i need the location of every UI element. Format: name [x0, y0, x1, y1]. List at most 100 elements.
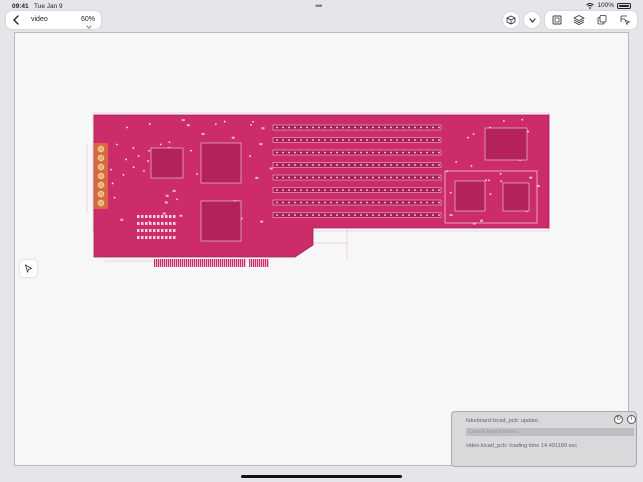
- slot-pin: [438, 201, 440, 204]
- slot-pin: [360, 201, 362, 204]
- refresh-icon[interactable]: ↻: [614, 415, 623, 424]
- more-button[interactable]: [524, 12, 540, 28]
- status-right: 100%: [586, 2, 631, 9]
- finger-pad: [255, 259, 257, 267]
- finger-pad: [242, 259, 244, 267]
- pcb-canvas[interactable]: [14, 32, 629, 466]
- left-chip-2: [200, 200, 242, 242]
- finger-pad: [188, 259, 190, 267]
- zoom-level[interactable]: 60%: [81, 16, 95, 23]
- slot-pin: [312, 214, 314, 216]
- via: [126, 126, 128, 129]
- slot-pin: [414, 126, 416, 129]
- finger-pad: [192, 259, 194, 267]
- slot-pin: [306, 176, 308, 179]
- slot-pin: [420, 214, 422, 216]
- resistor-pad: [169, 215, 172, 218]
- slot-pin: [378, 176, 380, 179]
- via: [113, 196, 116, 199]
- log-line-update: fakeboard.kicad_pcb: update.: [466, 418, 540, 424]
- slot-pin: [438, 126, 440, 129]
- slot-pin: [378, 214, 380, 216]
- via: [190, 149, 193, 152]
- via: [143, 169, 145, 172]
- resistor-pad: [145, 229, 148, 232]
- slot-pin: [372, 139, 374, 141]
- slot-pin: [276, 151, 278, 154]
- slot-pin: [288, 201, 290, 204]
- slot-pin: [348, 151, 350, 154]
- slot-pin: [354, 126, 356, 129]
- select-tool-button[interactable]: [20, 260, 37, 277]
- slot-pin: [432, 176, 434, 179]
- slot-pin: [282, 139, 284, 141]
- slot-pin: [366, 176, 368, 179]
- slot-pin: [426, 176, 428, 179]
- slot-pin: [390, 126, 392, 129]
- slot-pin: [366, 139, 368, 141]
- finger-pad: [210, 259, 212, 267]
- slot-pin: [426, 189, 428, 191]
- resistor-pad: [161, 215, 164, 218]
- slot-pin: [306, 164, 308, 166]
- resistor-pad: [153, 229, 156, 232]
- slot-pin: [402, 151, 404, 154]
- slot-pin: [282, 176, 284, 179]
- document-title-pill[interactable]: video 60%: [6, 11, 101, 29]
- slot-pin: [432, 164, 434, 166]
- via: [122, 173, 125, 176]
- slot-pin: [432, 126, 434, 129]
- finger-pad: [220, 259, 222, 267]
- slot-pin: [318, 139, 320, 141]
- slot-pin: [276, 189, 278, 191]
- slot-pin: [348, 201, 350, 204]
- resistor-pad: [149, 222, 152, 225]
- slot-pin: [318, 151, 320, 154]
- slot-pin: [402, 164, 404, 166]
- slot-pin: [276, 126, 278, 129]
- slot-pin: [426, 151, 428, 154]
- resistor-pad: [145, 215, 148, 218]
- slot-pin: [330, 164, 332, 166]
- finger-pad: [240, 259, 242, 267]
- slot-pin: [384, 164, 386, 166]
- finger-pad: [160, 259, 162, 267]
- resistor-pad: [137, 229, 140, 232]
- via: [252, 120, 255, 123]
- status-time: 09:41: [12, 3, 29, 10]
- info-icon[interactable]: i: [627, 415, 636, 424]
- slot-pin: [330, 151, 332, 154]
- smd-pad: [259, 143, 263, 146]
- via: [521, 118, 524, 121]
- resistor-pad: [153, 236, 156, 239]
- slot-pin: [372, 201, 374, 204]
- view-3d-button[interactable]: [503, 12, 519, 28]
- board-icon[interactable]: [551, 14, 563, 26]
- multitasking-dots-icon[interactable]: •••: [315, 1, 323, 11]
- slot-pin: [384, 176, 386, 179]
- finger-pad: [200, 259, 202, 267]
- resistor-pad: [153, 215, 156, 218]
- finger-pad: [244, 259, 246, 267]
- chevron-left-icon[interactable]: [10, 14, 22, 26]
- resistor-pad: [137, 222, 140, 225]
- pcb-board-view[interactable]: [15, 33, 628, 465]
- slot-pin: [324, 189, 326, 191]
- slot-pin: [396, 176, 398, 179]
- slot-pin: [300, 176, 302, 179]
- slot-pin: [378, 201, 380, 204]
- inspect-icon[interactable]: [619, 14, 631, 26]
- slot-pin: [402, 214, 404, 216]
- smd-pad: [186, 124, 190, 127]
- layers-icon[interactable]: [573, 14, 585, 26]
- resistor-pad: [137, 236, 140, 239]
- slot-pin: [360, 214, 362, 216]
- cancel-board-errors-field[interactable]: Cancel board errors: [466, 428, 634, 436]
- copy-icon[interactable]: [596, 14, 608, 26]
- resistor-pad: [157, 222, 160, 225]
- smd-pad: [269, 167, 273, 170]
- slot-pin: [306, 189, 308, 191]
- via: [214, 123, 217, 126]
- slot-pin: [420, 201, 422, 204]
- via: [132, 147, 135, 149]
